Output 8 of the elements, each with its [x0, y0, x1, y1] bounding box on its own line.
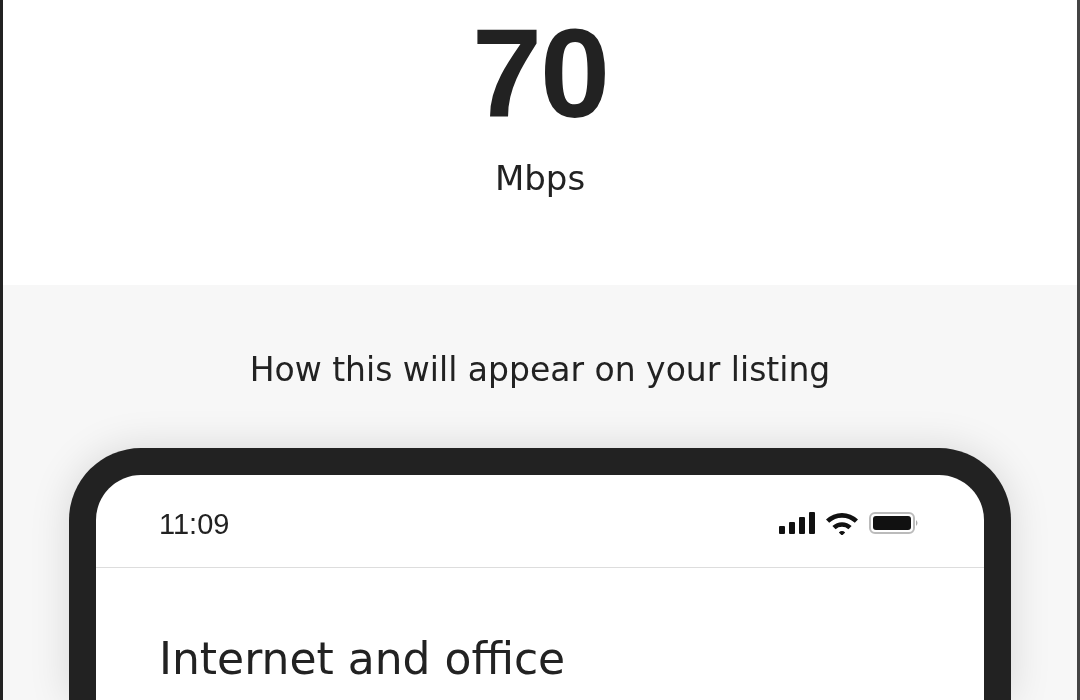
screen-heading: Internet and office [158, 632, 567, 681]
speed-unit: Mbps [494, 161, 586, 195]
preview-caption: How this will appear on your listing [249, 353, 831, 386]
status-time: 11:09 [159, 510, 230, 539]
battery-icon [869, 512, 919, 534]
wifi-icon [825, 511, 859, 535]
speed-value: 70 [471, 11, 609, 137]
signal-icon [779, 512, 815, 534]
